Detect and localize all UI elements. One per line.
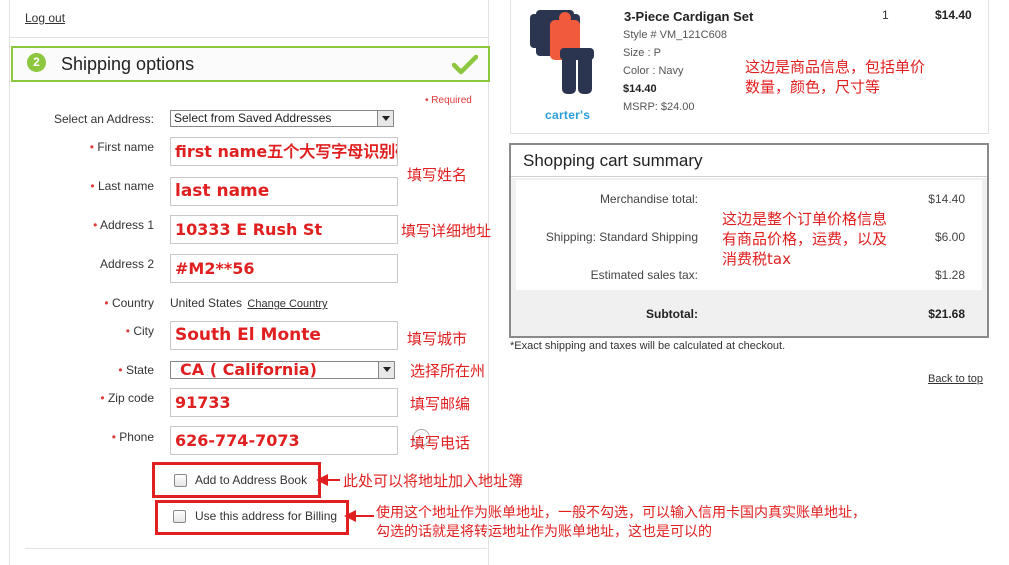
back-to-top-link[interactable]: Back to top — [928, 373, 983, 385]
annotation-city: 填写城市 — [407, 330, 468, 348]
shipping-disclaimer: *Exact shipping and taxes will be calcul… — [510, 340, 786, 352]
shipping-label: Shipping: Standard Shipping — [545, 230, 698, 244]
phone-input[interactable]: 626-774-7073 — [170, 426, 398, 455]
sales-tax-value: $1.28 — [934, 268, 965, 282]
product-image[interactable] — [528, 6, 606, 101]
divider — [25, 548, 487, 549]
annotation-phone: 填写电话 — [410, 434, 471, 452]
address2-label: Address 2 — [99, 257, 154, 271]
annotation-summary-3: 消费税tax — [722, 250, 791, 268]
annotation-last-name: 填写姓名 — [407, 166, 468, 184]
arrow-line — [354, 515, 374, 517]
saved-address-value: Select from Saved Addresses — [174, 111, 332, 125]
annotation-billing-1: 使用这个地址作为账单地址，一般不勾选，可以输入信用卡国内真实账单地址， — [376, 505, 866, 521]
add-to-address-book-label: Add to Address Book — [195, 473, 308, 487]
add-to-address-book-checkbox[interactable] — [174, 474, 187, 487]
section-title: Shipping options — [61, 54, 195, 74]
arrow-line — [326, 479, 340, 481]
merchandise-total-value: $14.40 — [928, 192, 965, 206]
state-select[interactable]: CA ( California) — [170, 361, 395, 379]
last-name-label: • Last name — [90, 179, 154, 193]
use-for-billing-label: Use this address for Billing — [195, 509, 338, 523]
zip-label: • Zip code — [100, 391, 154, 405]
country-value: United States Change Country — [170, 296, 328, 310]
address2-input[interactable]: #M2**56 — [170, 254, 398, 283]
city-input[interactable]: South El Monte — [170, 321, 398, 350]
annotation-product-2: 数量，颜色，尺寸等 — [745, 78, 881, 96]
annotation-summary-1: 这边是整个订单价格信息 — [722, 210, 888, 228]
logout-link[interactable]: Log out — [25, 11, 65, 25]
product-price: $14.40 — [623, 83, 657, 95]
first-name-input[interactable]: first name五个大写字母识别码 — [170, 137, 398, 166]
dropdown-arrow-icon[interactable] — [378, 362, 394, 378]
first-name-label: • First name — [89, 140, 154, 154]
annotation-zip: 填写邮编 — [410, 395, 471, 413]
step-number-badge: 2 — [27, 53, 46, 72]
product-style: Style # VM_121C608 — [623, 29, 727, 41]
merchandise-total-label: Merchandise total: — [599, 192, 698, 206]
required-note: • Required — [425, 95, 472, 106]
annotation-summary-2: 有商品价格，运费，以及 — [722, 230, 888, 248]
last-name-input[interactable]: last name — [170, 177, 398, 206]
annotation-state: 选择所在州 — [410, 362, 486, 380]
address1-label: • Address 1 — [93, 218, 154, 232]
product-total: $14.40 — [935, 8, 972, 22]
country-label: • Country — [104, 296, 154, 310]
annotation-address-book: 此处可以将地址加入地址簿 — [343, 472, 524, 490]
product-quantity: 1 — [882, 8, 889, 22]
annotation-product-1: 这边是商品信息，包括单价 — [745, 58, 926, 76]
subtotal-label: Subtotal: — [646, 307, 698, 321]
address1-input[interactable]: 10333 E Rush St — [170, 215, 398, 244]
use-for-billing-checkbox[interactable] — [173, 510, 186, 523]
product-name-link[interactable]: 3-Piece Cardigan Set — [624, 9, 753, 24]
change-country-link[interactable]: Change Country — [247, 298, 327, 310]
state-label: • State — [118, 363, 154, 377]
city-label: • City — [125, 324, 154, 338]
summary-title: Shopping cart summary — [523, 151, 703, 170]
use-for-billing-option[interactable]: Use this address for Billing — [155, 500, 349, 535]
subtotal-value: $21.68 — [928, 307, 965, 321]
divider — [9, 37, 489, 38]
saved-address-select[interactable]: Select from Saved Addresses — [170, 110, 394, 127]
product-msrp: MSRP: $24.00 — [623, 101, 695, 113]
country-text: United States — [170, 296, 243, 310]
add-to-address-book-option[interactable]: Add to Address Book — [152, 462, 321, 498]
phone-label: • Phone — [111, 430, 154, 444]
select-address-label: Select an Address: — [53, 112, 154, 126]
zip-input[interactable]: 91733 — [170, 388, 398, 417]
dropdown-arrow-icon[interactable] — [377, 111, 393, 126]
product-color: Color : Navy — [623, 65, 684, 77]
product-size: Size : P — [623, 47, 661, 59]
checkmark-icon — [452, 54, 478, 75]
annotation-billing-2: 勾选的话就是将转运地址作为账单地址，这也是可以的 — [376, 524, 712, 540]
brand-logo: carter's — [545, 108, 591, 122]
sales-tax-label: Estimated sales tax: — [590, 268, 698, 282]
shipping-value: $6.00 — [934, 230, 965, 244]
state-value: CA ( California) — [180, 360, 317, 379]
